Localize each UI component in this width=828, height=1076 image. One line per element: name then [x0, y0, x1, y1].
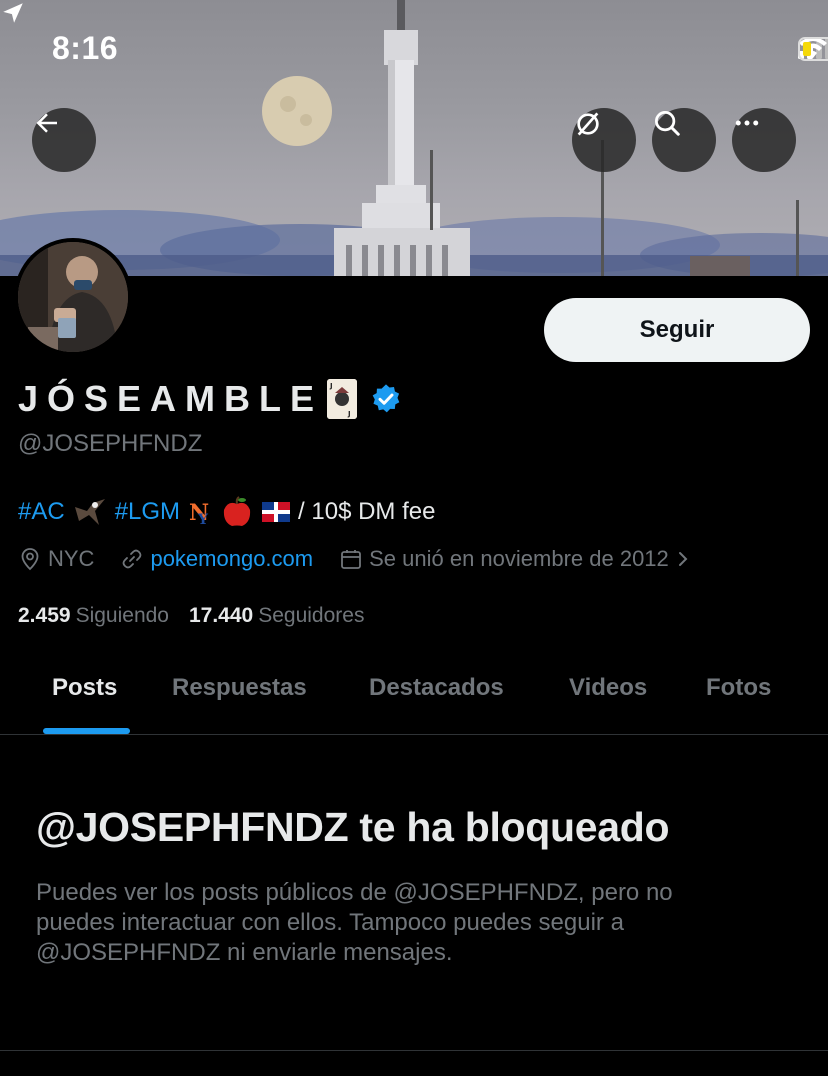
- divider: [0, 1050, 828, 1051]
- follow-counts: 2.459 Siguiendo 17.440 Seguidores: [18, 604, 364, 628]
- battery-icon: [798, 37, 828, 61]
- arrow-left-icon: [36, 113, 57, 133]
- verified-badge-icon[interactable]: [370, 383, 402, 415]
- svg-text:J: J: [347, 410, 357, 418]
- hashtag-ac[interactable]: #AC: [18, 498, 65, 526]
- profile-meta: NYC pokemongo.com Se unió en noviembre d…: [18, 546, 691, 572]
- more-button[interactable]: [732, 108, 796, 172]
- joker-card-icon: J J: [327, 379, 358, 419]
- tab-videos[interactable]: Videos: [569, 674, 647, 702]
- avatar-image: [18, 242, 128, 352]
- profile-bio: #AC #LGM N Y / 10$ DM fee: [18, 496, 435, 528]
- back-button[interactable]: [32, 108, 96, 172]
- unwatch-button[interactable]: [572, 108, 636, 172]
- location-arrow-icon: [3, 3, 23, 23]
- link-icon: [123, 549, 142, 569]
- location-item: NYC: [18, 546, 94, 572]
- avatar[interactable]: [14, 238, 132, 356]
- eye-slash-icon: [577, 112, 599, 136]
- status-time: 8:16: [52, 30, 119, 66]
- active-tab-indicator: [43, 728, 130, 734]
- following-count: 2.459: [18, 604, 71, 627]
- location-pin-icon: [21, 548, 39, 571]
- website-item[interactable]: pokemongo.com: [120, 546, 313, 572]
- joker-card-emoji: J J: [327, 379, 358, 419]
- search-button[interactable]: [652, 108, 716, 172]
- profile-handle: @JOSEPHFNDZ: [18, 430, 203, 457]
- profile-banner[interactable]: 8:16: [0, 0, 828, 276]
- calendar-icon: [341, 550, 362, 569]
- joined-item[interactable]: Se unió en noviembre de 2012: [339, 546, 691, 572]
- joined-text: Se unió en noviembre de 2012: [369, 546, 669, 571]
- chevron-right-icon: [678, 552, 688, 566]
- mets-logo-icon: N Y: [189, 500, 209, 526]
- blocked-description: Puedes ver los posts públicos de @JOSEPH…: [36, 879, 673, 966]
- tab-destacados[interactable]: Destacados: [369, 674, 504, 702]
- bio-text: / 10$ DM fee: [298, 498, 436, 525]
- following-label: Siguiendo: [75, 604, 169, 627]
- followers-label: Seguidores: [258, 604, 365, 627]
- followers-link[interactable]: 17.440 Seguidores: [189, 604, 364, 628]
- tab-posts[interactable]: Posts: [52, 674, 117, 702]
- tab-fotos[interactable]: Fotos: [706, 674, 771, 702]
- apple-emoji-icon: [223, 496, 251, 526]
- svg-text:Y: Y: [197, 512, 209, 526]
- location-text: NYC: [48, 546, 95, 571]
- tab-respuestas[interactable]: Respuestas: [172, 674, 307, 702]
- eagle-emoji-icon: [74, 499, 105, 525]
- profile-tabs: Posts Respuestas Destacados Videos Fotos: [0, 646, 828, 735]
- follow-button[interactable]: Seguir: [544, 298, 810, 362]
- display-name-text: JÓSEAMBLE: [18, 378, 324, 419]
- search-icon: [655, 111, 680, 136]
- dominican-flag-icon: [262, 502, 291, 522]
- following-link[interactable]: 2.459 Siguiendo: [18, 604, 169, 628]
- blocked-title: @JOSEPHFNDZ te ha bloqueado: [36, 804, 670, 850]
- display-name: JÓSEAMBLE J J: [18, 378, 358, 420]
- avatar-photo: [18, 242, 128, 352]
- svg-text:J: J: [329, 382, 342, 390]
- followers-count: 17.440: [188, 604, 254, 627]
- website-link[interactable]: pokemongo.com: [150, 546, 313, 572]
- more-icon: [735, 120, 759, 126]
- hashtag-lgm[interactable]: #LGM: [115, 498, 180, 526]
